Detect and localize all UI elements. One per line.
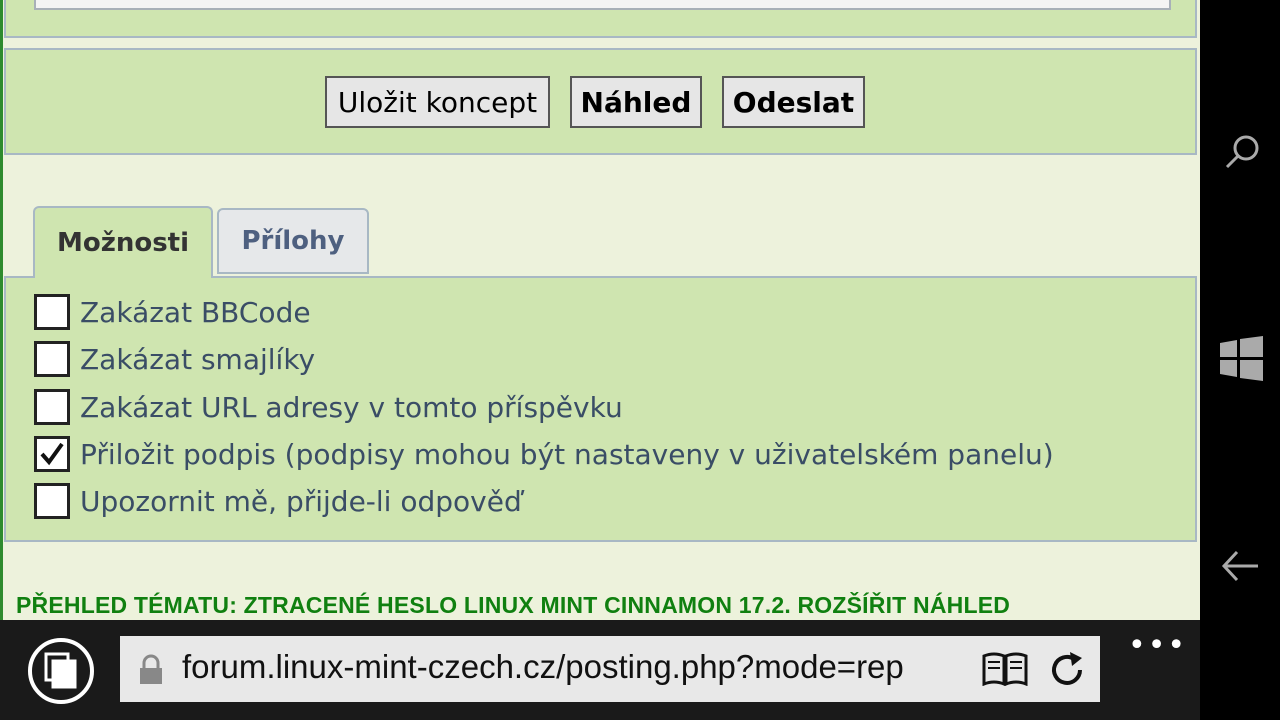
- windows-icon[interactable]: [1218, 336, 1264, 386]
- lock-icon: [140, 654, 162, 684]
- search-icon[interactable]: [1222, 132, 1262, 176]
- page-left-border: [0, 0, 3, 620]
- back-icon[interactable]: [1220, 548, 1260, 588]
- checkmark-icon: [40, 442, 64, 466]
- option-attach-signature[interactable]: Přiložit podpis (podpisy mohou být nasta…: [34, 434, 1054, 474]
- option-label: Zakázat BBCode: [80, 295, 311, 329]
- option-label: Zakázat URL adresy v tomto příspěvku: [80, 390, 623, 424]
- submit-buttons-panel: Uložit koncept Náhled Odeslat: [4, 48, 1197, 155]
- save-draft-button[interactable]: Uložit koncept: [325, 76, 550, 128]
- windows-side-bar: [1200, 0, 1280, 720]
- topic-review-link[interactable]: PŘEHLED TÉMATU: ZTRACENÉ HESLO LINUX MIN…: [16, 592, 1010, 619]
- more-icon[interactable]: •••: [1128, 628, 1187, 663]
- tab-attachments[interactable]: Přílohy: [217, 208, 369, 274]
- message-textarea[interactable]: [34, 0, 1171, 10]
- checkbox[interactable]: [34, 483, 70, 519]
- option-disable-bbcode[interactable]: Zakázat BBCode: [34, 292, 311, 332]
- checkbox[interactable]: [34, 294, 70, 330]
- option-label: Přiložit podpis (podpisy mohou být nasta…: [80, 437, 1054, 471]
- option-disable-smilies[interactable]: Zakázat smajlíky: [34, 339, 315, 379]
- tabs-icon[interactable]: [28, 638, 94, 704]
- tab-options[interactable]: Možnosti: [33, 206, 213, 278]
- checkbox[interactable]: [34, 341, 70, 377]
- option-label: Zakázat smajlíky: [80, 342, 316, 376]
- web-page: Uložit koncept Náhled Odeslat Možnosti P…: [0, 0, 1200, 620]
- option-label: Upozornit mě, přijde-li odpověď: [80, 484, 522, 518]
- url-bar[interactable]: forum.linux-mint-czech.cz/posting.php?mo…: [120, 636, 1100, 702]
- checkbox[interactable]: [34, 389, 70, 425]
- submit-button[interactable]: Odeslat: [722, 76, 865, 128]
- url-text[interactable]: forum.linux-mint-czech.cz/posting.php?mo…: [182, 648, 962, 686]
- option-notify-reply[interactable]: Upozornit mě, přijde-li odpověď: [34, 481, 522, 521]
- editor-panel-bottom: [4, 0, 1197, 38]
- reading-view-icon[interactable]: [982, 652, 1028, 686]
- option-disable-urls[interactable]: Zakázat URL adresy v tomto příspěvku: [34, 387, 623, 427]
- checkbox-checked[interactable]: [34, 436, 70, 472]
- browser-address-bar-area: forum.linux-mint-czech.cz/posting.php?mo…: [0, 620, 1200, 720]
- options-panel: Zakázat BBCode Zakázat smajlíky Zakázat …: [4, 276, 1197, 542]
- preview-button[interactable]: Náhled: [570, 76, 702, 128]
- refresh-icon[interactable]: [1048, 650, 1088, 690]
